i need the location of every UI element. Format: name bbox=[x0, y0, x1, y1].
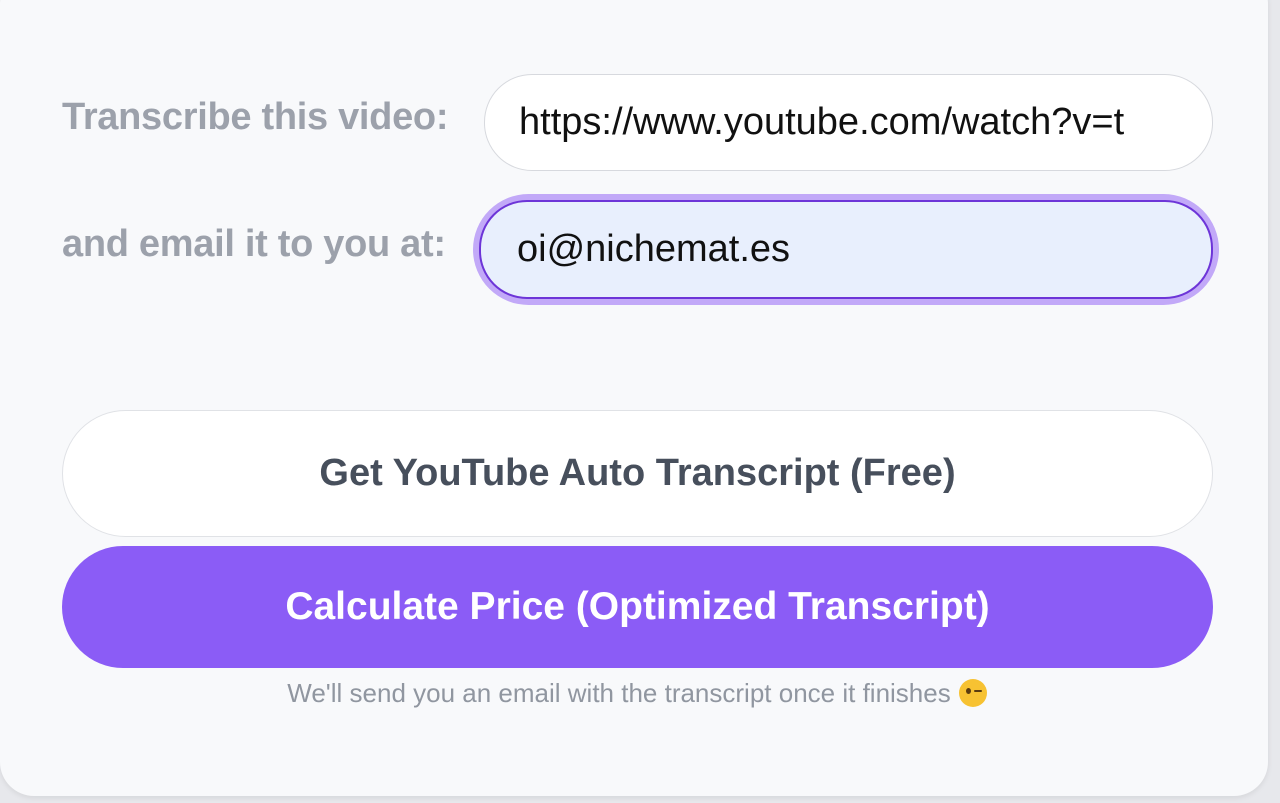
winking-face-icon bbox=[958, 679, 987, 707]
video-url-input[interactable] bbox=[484, 74, 1213, 171]
email-notice-text: We'll send you an email with the transcr… bbox=[287, 678, 951, 708]
calculate-price-button[interactable]: Calculate Price (Optimized Transcript) bbox=[62, 546, 1213, 668]
video-url-label: Transcribe this video: bbox=[62, 96, 449, 138]
get-free-transcript-button[interactable]: Get YouTube Auto Transcript (Free) bbox=[62, 410, 1213, 537]
email-input[interactable] bbox=[479, 200, 1213, 299]
email-notice: We'll send you an email with the transcr… bbox=[0, 678, 1274, 709]
email-label: and email it to you at: bbox=[62, 223, 446, 265]
